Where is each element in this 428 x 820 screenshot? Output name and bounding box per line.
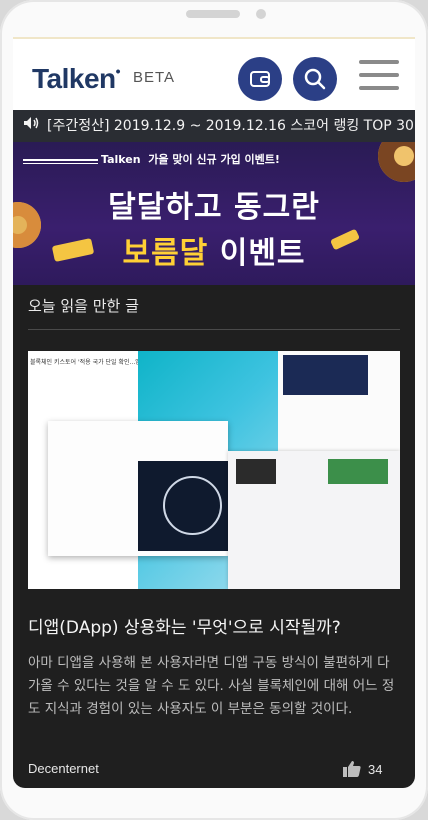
thumb-doc-title: 블록체인 키스토어 '적용 국가 단일 확인...앱스토어 (30, 359, 150, 366)
banner-title-line2: 보름달 이벤트 (13, 228, 415, 272)
wallet-button[interactable] (238, 57, 282, 101)
thumbs-up-icon (343, 761, 361, 777)
wallet-icon (250, 71, 270, 87)
thumb-header-strip (283, 355, 368, 395)
banner-title-rest: 이벤트 (208, 236, 306, 271)
thumb-app-tile (236, 459, 276, 484)
section-divider (28, 329, 400, 330)
article-source[interactable]: Decenternet (28, 761, 99, 776)
speaker-grille (186, 10, 240, 18)
notice-ticker[interactable]: [주간정산] 2019.12.9 ~ 2019.12.16 스코어 랭킹 TOP… (13, 110, 415, 142)
search-icon (304, 68, 326, 90)
banner-title-line1: 달달하고 동그란 (108, 190, 320, 225)
banner-line (23, 159, 98, 161)
thumb-network-circle (163, 476, 222, 535)
banner-brand: Talken (101, 153, 141, 166)
banner-subtitle: Talken 가을 맞이 신규 가입 이벤트! (101, 151, 280, 167)
section-title: 오늘 읽을 만한 글 (28, 297, 139, 315)
article-body: 아마 디앱을 사용해 본 사용자라면 디앱 구동 방식이 불편하게 다가올 수 … (28, 655, 395, 717)
banner-subtitle-text: 가을 맞이 신규 가입 이벤트! (148, 153, 280, 166)
speaker-icon (23, 110, 39, 142)
hamburger-menu-icon (359, 60, 399, 64)
phone-frame: Talken• BETA [주간정산] 2019.12.9 ~ 2019.12.… (0, 0, 428, 820)
front-camera (256, 9, 266, 19)
app-header: Talken• BETA (13, 37, 415, 112)
article-title[interactable]: 디앱(DApp) 상용화는 '무엇'으로 시작될까? (28, 613, 341, 638)
app-screen: Talken• BETA [주간정산] 2019.12.9 ~ 2019.12.… (13, 37, 415, 788)
beta-badge: BETA (133, 69, 176, 86)
like-count: 34 (368, 761, 383, 777)
thumb-app-tile (328, 459, 388, 484)
hamburger-menu-button[interactable] (359, 60, 399, 94)
donut-decoration (378, 142, 415, 182)
like-button[interactable]: 34 (342, 760, 382, 778)
search-button[interactable] (293, 57, 337, 101)
ticker-text: [주간정산] 2019.12.9 ~ 2019.12.16 스코어 랭킹 TOP… (47, 118, 415, 134)
hamburger-line (359, 86, 399, 90)
hamburger-line (359, 73, 399, 77)
article-thumbnail[interactable]: 블록체인 키스토어 '적용 국가 단일 확인...앱스토어 (28, 351, 400, 589)
banner-line (23, 163, 98, 164)
banner-highlight: 보름달 (122, 236, 209, 271)
event-banner[interactable]: Talken 가을 맞이 신규 가입 이벤트! 달달하고 동그란 보름달 이벤트 (13, 142, 415, 285)
logo-text: Talken (32, 63, 116, 94)
talken-logo[interactable]: Talken• (32, 63, 121, 95)
